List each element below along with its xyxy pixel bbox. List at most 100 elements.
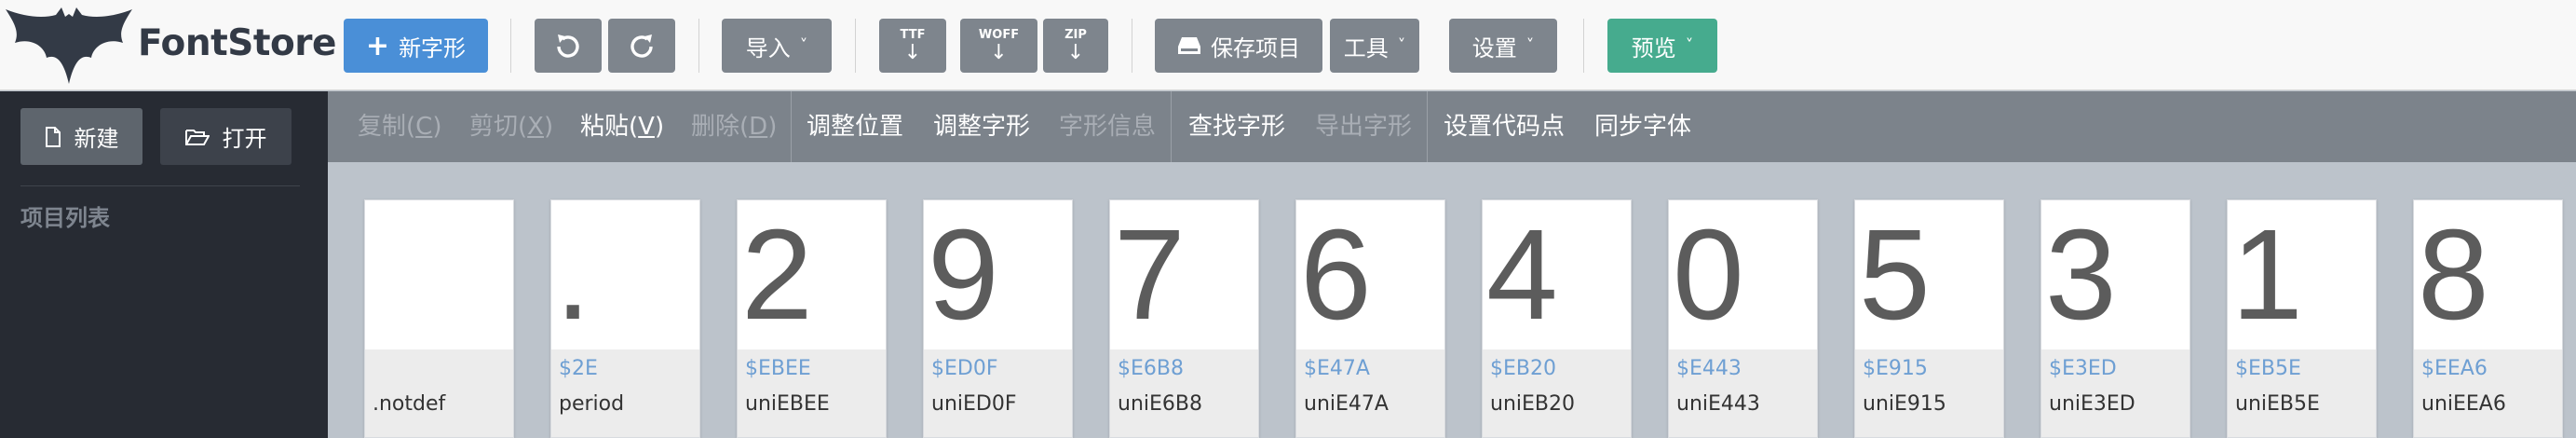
download-arrow-icon: ↓ [1066,41,1085,64]
glyph-info: $EB5E uniEB5E [2228,349,2376,437]
glyph-card[interactable]: 6 $E47A uniE47A [1295,199,1445,438]
paste-command[interactable]: 粘贴(V) [580,91,664,162]
download-ttf-button[interactable]: TTF ↓ [879,19,946,73]
glyph-preview: 5 [1859,203,1931,347]
bat-logo-icon [6,7,132,84]
glyph-card[interactable]: . $2E period [550,199,700,438]
glyph-card[interactable]: 2 $EBEE uniEBEE [737,199,887,438]
glyph-preview: 1 [2231,203,2303,347]
glyph-codepoint: $EBEE [745,357,811,380]
set-codepoint-command[interactable]: 设置代码点 [1444,91,1565,162]
save-project-label: 保存项目 [1211,34,1300,62]
new-project-button[interactable]: 新建 [20,108,142,165]
delete-shortcut: D [749,113,768,141]
app-name: FontStore [138,22,336,64]
undo-button[interactable] [535,19,602,73]
glyph-preview: 2 [741,203,813,347]
chevron-down-icon: ˅ [1685,36,1694,55]
import-dropdown[interactable]: 导入 ˅ [722,19,832,73]
cut-label: 剪切 [469,113,519,141]
glyph-card[interactable]: 8 $EEA6 uniEEA6 [2413,199,2563,438]
glyph-name: uniE3ED [2049,392,2135,416]
glyph-card[interactable]: .notdef [364,199,514,438]
glyph-name: uniE915 [1863,392,1946,416]
edit-toolbar: 复制(C) 剪切(X) 粘贴(V) 删除(D) 调整位置 调整字形 字形信息 查… [328,91,2576,162]
glyph-name: uniED0F [931,392,1017,416]
glyph-preview: 0 [1673,203,1744,347]
glyph-info: $2E period [551,349,699,437]
glyph-info: $E915 uniE915 [1855,349,2003,437]
glyph-preview [365,200,513,349]
new-project-label: 新建 [74,126,119,152]
preview-label: 预览 [1631,34,1676,62]
adjust-glyph-command[interactable]: 调整字形 [933,91,1030,162]
glyph-info: $E443 uniE443 [1669,349,1817,437]
glyph-name: uniEB20 [1490,392,1575,416]
download-woff-button[interactable]: WOFF ↓ [960,19,1037,73]
edit-divider [791,91,792,162]
glyph-name: uniE47A [1304,392,1389,416]
preview-dropdown[interactable]: 预览 ˅ [1607,19,1717,73]
glyph-card[interactable]: 7 $E6B8 uniE6B8 [1109,199,1259,438]
glyph-preview: 3 [2045,203,2117,347]
glyph-codepoint: $EEA6 [2421,357,2488,380]
import-label: 导入 [745,34,791,62]
glyph-info: $EBEE uniEBEE [738,349,886,437]
copy-command[interactable]: 复制(C) [358,91,441,162]
glyph-info-command[interactable]: 字形信息 [1059,91,1156,162]
plus-icon: + [365,29,390,62]
glyph-preview: 9 [928,203,999,347]
new-glyph-button[interactable]: + 新字形 [344,19,488,73]
chevron-down-icon: ˅ [799,36,808,55]
glyph-info: $EEA6 uniEEA6 [2414,349,2562,437]
save-project-button[interactable]: 保存项目 [1155,19,1322,73]
glyph-name: uniEEA6 [2421,392,2506,416]
sync-font-command[interactable]: 同步字体 [1594,91,1691,162]
glyph-name: period [559,392,625,416]
export-glyph-command[interactable]: 导出字形 [1315,91,1412,162]
glyph-info: $E6B8 uniE6B8 [1110,349,1258,437]
glyph-preview: 7 [1114,203,1186,347]
glyph-codepoint: $E6B8 [1118,357,1184,380]
glyph-info: .notdef [365,349,513,437]
glyph-codepoint: $E915 [1863,357,1928,380]
glyph-card[interactable]: 1 $EB5E uniEB5E [2227,199,2377,438]
glyph-codepoint: $E3ED [2049,357,2117,380]
glyph-info: $E3ED uniE3ED [2041,349,2190,437]
edit-divider [1427,91,1428,162]
open-project-button[interactable]: 打开 [160,108,291,165]
chevron-down-icon: ˅ [1397,36,1406,55]
redo-button[interactable] [608,19,675,73]
settings-label: 设置 [1471,34,1517,62]
glyph-preview: . [555,203,591,347]
logo: FontStore [0,0,336,90]
find-glyph-command[interactable]: 查找字形 [1188,91,1285,162]
toolbar-divider [510,19,511,73]
glyph-card[interactable]: 0 $E443 uniE443 [1668,199,1818,438]
glyph-card[interactable]: 3 $E3ED uniE3ED [2040,199,2190,438]
glyph-card[interactable]: 4 $EB20 uniEB20 [1482,199,1632,438]
copy-label: 复制 [358,113,407,141]
hdd-icon [1178,37,1200,54]
glyph-card[interactable]: 5 $E915 uniE915 [1854,199,2004,438]
paste-shortcut: V [638,113,655,141]
glyph-name: uniEB5E [2235,392,2320,416]
cut-command[interactable]: 剪切(X) [469,91,553,162]
download-zip-button[interactable]: ZIP ↓ [1043,19,1108,73]
copy-shortcut: C [415,113,433,141]
glyph-info: $EB20 uniEB20 [1483,349,1631,437]
folder-open-icon [184,129,210,145]
edit-divider [1171,91,1172,162]
toolbar-divider [855,19,856,73]
glyph-preview: 4 [1486,203,1558,347]
project-list-title: 项目列表 [20,205,110,231]
toolbar-divider [698,19,699,73]
tools-label: 工具 [1343,34,1389,62]
settings-dropdown[interactable]: 设置 ˅ [1449,19,1557,73]
tools-dropdown[interactable]: 工具 ˅ [1330,19,1419,73]
cut-shortcut: X [527,113,544,141]
delete-command[interactable]: 删除(D) [691,91,777,162]
adjust-position-command[interactable]: 调整位置 [807,91,903,162]
glyph-card[interactable]: 9 $ED0F uniED0F [923,199,1073,438]
delete-label: 删除 [691,113,740,141]
